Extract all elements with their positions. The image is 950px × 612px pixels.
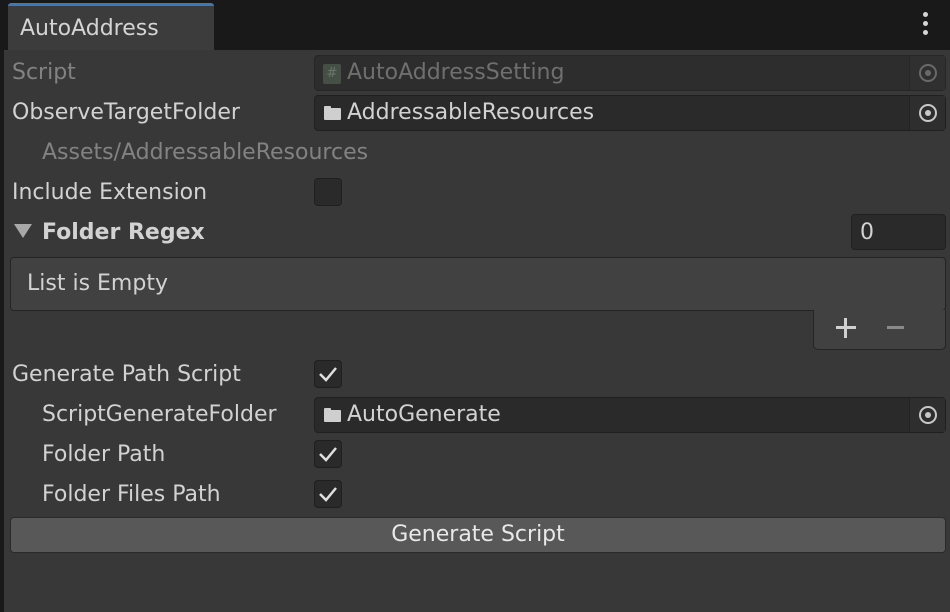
script-value: AutoAddressSetting	[347, 60, 565, 85]
checkmark-icon	[319, 487, 337, 502]
remove-element-button[interactable]	[884, 316, 908, 340]
window-left-edge	[0, 0, 4, 612]
folder-icon	[324, 106, 341, 120]
script-field: # AutoAddressSetting	[314, 55, 946, 91]
observe-target-folder-path: Assets/AddressableResources	[42, 140, 369, 165]
kebab-menu-icon[interactable]	[920, 12, 930, 36]
checkmark-icon	[319, 367, 337, 382]
object-picker-icon	[909, 56, 945, 90]
triangle-down-icon[interactable]	[14, 224, 32, 238]
folder-files-path-checkbox[interactable]	[314, 480, 342, 508]
add-element-button[interactable]	[834, 316, 858, 340]
folder-files-path-label: Folder Files Path	[42, 482, 221, 507]
script-generate-folder-field[interactable]: AutoGenerate	[314, 397, 946, 433]
generate-script-label: Generate Script	[391, 522, 565, 547]
folder-regex-list: List is Empty	[10, 257, 946, 311]
list-empty-text: List is Empty	[27, 271, 168, 296]
observe-target-folder-label: ObserveTargetFolder	[12, 100, 240, 125]
folder-regex-size-field[interactable]: 0	[851, 214, 946, 250]
tab-autoaddress[interactable]: AutoAddress	[8, 3, 214, 50]
object-picker-icon[interactable]	[909, 398, 945, 432]
object-picker-icon[interactable]	[909, 96, 945, 130]
folder-regex-size-value: 0	[860, 220, 874, 245]
script-generate-folder-value: AutoGenerate	[347, 402, 501, 427]
observe-target-folder-field[interactable]: AddressableResources	[314, 95, 946, 131]
csharp-script-icon: #	[323, 64, 341, 84]
observe-target-folder-value: AddressableResources	[347, 100, 595, 125]
script-label: Script	[12, 60, 76, 85]
include-extension-label: Include Extension	[12, 180, 208, 205]
checkmark-icon	[319, 447, 337, 462]
tab-bar: AutoAddress	[4, 0, 950, 50]
tab-title: AutoAddress	[20, 16, 159, 41]
folder-path-label: Folder Path	[42, 442, 166, 467]
generate-path-script-checkbox[interactable]	[314, 360, 342, 388]
list-footer	[813, 310, 946, 350]
folder-icon	[324, 408, 341, 422]
generate-script-button[interactable]: Generate Script	[10, 517, 946, 553]
folder-path-checkbox[interactable]	[314, 440, 342, 468]
generate-path-script-label: Generate Path Script	[12, 362, 241, 387]
folder-regex-label[interactable]: Folder Regex	[42, 220, 205, 245]
script-generate-folder-label: ScriptGenerateFolder	[42, 402, 277, 427]
include-extension-checkbox[interactable]	[314, 178, 342, 206]
